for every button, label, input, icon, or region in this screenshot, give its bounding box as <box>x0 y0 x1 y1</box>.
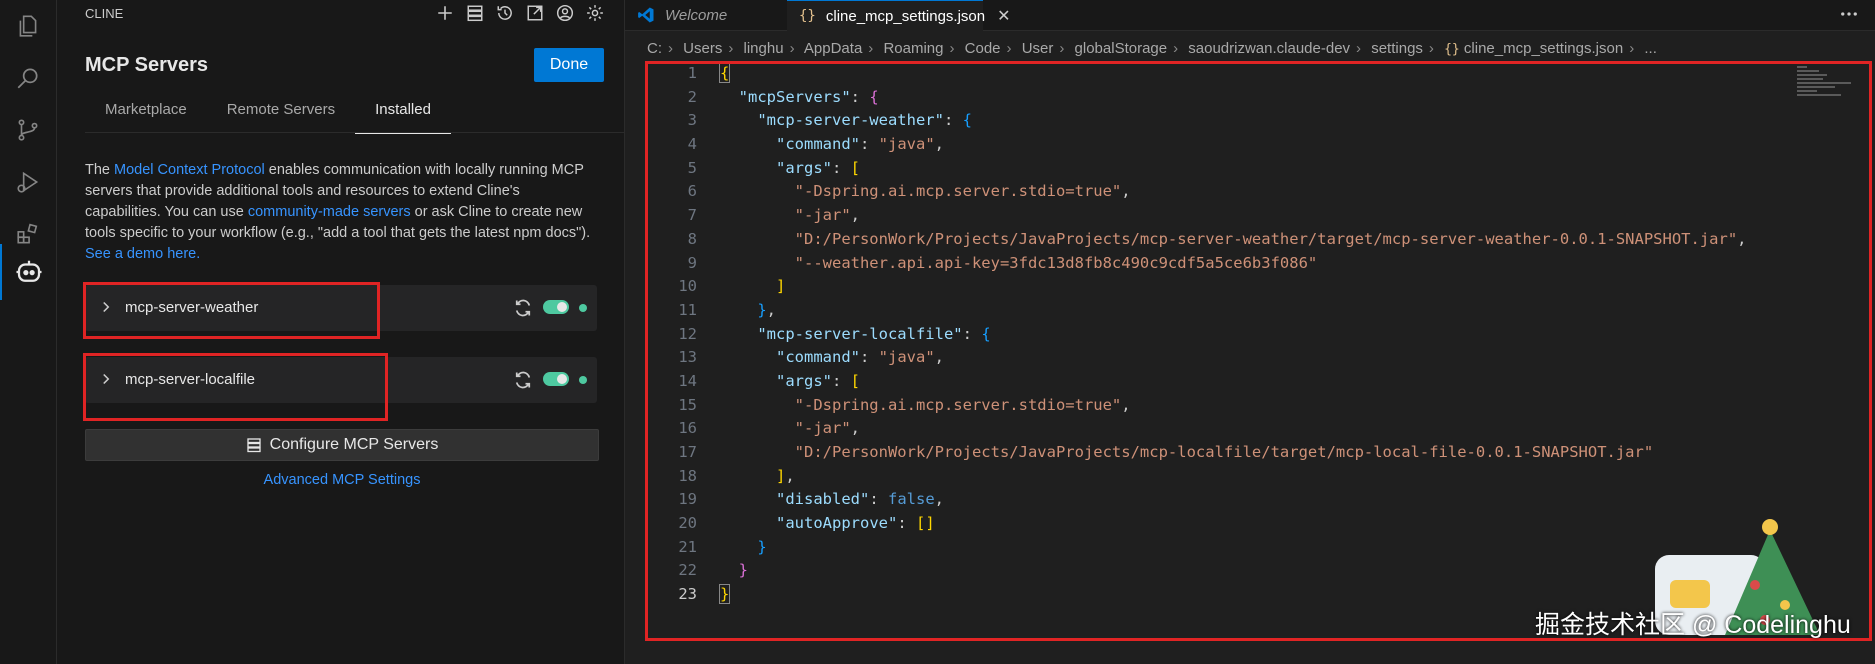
activity-bar <box>0 0 57 664</box>
tab-installed[interactable]: Installed <box>355 96 451 134</box>
breadcrumb-item[interactable]: Code <box>965 40 1001 57</box>
highlight-box <box>83 282 380 339</box>
page-title: MCP Servers <box>85 54 209 76</box>
explorer-icon[interactable] <box>0 0 56 52</box>
breadcrumb-item[interactable]: linghu <box>744 40 784 57</box>
tab-divider <box>85 132 624 133</box>
breadcrumb-item[interactable]: Users <box>683 40 722 57</box>
sidebar-header-actions <box>434 2 606 24</box>
cline-robot-icon[interactable] <box>0 244 56 300</box>
close-icon[interactable]: ✕ <box>997 6 1010 26</box>
cline-sidebar: CLINE MCP Servers Done Marketplace Remot… <box>57 0 625 664</box>
demo-link[interactable]: See a demo here. <box>85 246 200 262</box>
refresh-icon[interactable] <box>513 370 533 395</box>
highlight-box <box>83 353 388 421</box>
breadcrumb: C: › Users › linghu › AppData › Roaming › Cod… <box>647 40 1657 57</box>
status-dot <box>579 304 587 312</box>
mcp-protocol-link[interactable]: Model Context Protocol <box>114 162 265 178</box>
breadcrumb-item[interactable]: settings <box>1371 40 1423 57</box>
search-icon[interactable] <box>0 52 56 104</box>
configure-label: Configure MCP Servers <box>269 436 439 453</box>
tab-label: cline_mcp_settings.json <box>825 7 986 25</box>
breadcrumb-item[interactable]: cline_mcp_settings.json <box>1464 40 1623 57</box>
breadcrumb-item[interactable]: Roaming <box>883 40 943 57</box>
vscode-logo-icon <box>638 7 654 23</box>
breadcrumb-item[interactable]: AppData <box>804 40 862 57</box>
run-debug-icon[interactable] <box>0 156 56 208</box>
tab-welcome[interactable]: Welcome <box>637 0 727 30</box>
json-file-icon: {} <box>1444 42 1460 57</box>
editor-tab-bar: Welcome {} cline_mcp_settings.json ✕ <box>625 0 1875 31</box>
breadcrumb-item[interactable]: User <box>1022 40 1054 57</box>
advanced-mcp-settings-link[interactable]: Advanced MCP Settings <box>85 472 599 488</box>
breadcrumb-item[interactable]: globalStorage <box>1075 40 1168 57</box>
account-icon[interactable] <box>554 2 576 24</box>
configure-mcp-servers-button[interactable]: Configure MCP Servers <box>85 429 599 461</box>
watermark-text: 掘金技术社区 @ Codelinghu <box>1535 611 1851 639</box>
server-enable-toggle[interactable] <box>543 372 569 386</box>
mcp-description: The Model Context Protocol enables commu… <box>85 160 597 265</box>
tab-cline-mcp-settings[interactable]: {} cline_mcp_settings.json ✕ <box>787 0 1011 31</box>
server-stack-icon[interactable] <box>464 2 486 24</box>
more-actions-icon[interactable] <box>1839 4 1859 29</box>
breadcrumb-item[interactable]: saoudrizwan.claude-dev <box>1188 40 1350 57</box>
desc-text: The <box>85 162 115 178</box>
popout-icon[interactable] <box>524 2 546 24</box>
mcp-tabs: Marketplace Remote Servers Installed <box>85 96 451 134</box>
history-icon[interactable] <box>494 2 516 24</box>
breadcrumb-item[interactable]: ... <box>1644 40 1657 57</box>
plus-icon[interactable] <box>434 2 456 24</box>
panel-title: CLINE <box>85 6 124 21</box>
source-control-icon[interactable] <box>0 104 56 156</box>
done-button[interactable]: Done <box>534 48 604 82</box>
tab-label: Welcome <box>665 6 728 24</box>
settings-gear-icon[interactable] <box>584 2 606 24</box>
tab-marketplace[interactable]: Marketplace <box>85 96 207 134</box>
community-servers-link[interactable]: community-made servers <box>248 204 411 220</box>
refresh-icon[interactable] <box>513 298 533 323</box>
server-stack-icon <box>247 438 261 453</box>
json-file-icon: {} <box>799 8 816 24</box>
breadcrumb-item[interactable]: C: <box>647 40 662 57</box>
server-enable-toggle[interactable] <box>543 300 569 314</box>
status-dot <box>579 376 587 384</box>
tab-remote-servers[interactable]: Remote Servers <box>207 96 355 134</box>
